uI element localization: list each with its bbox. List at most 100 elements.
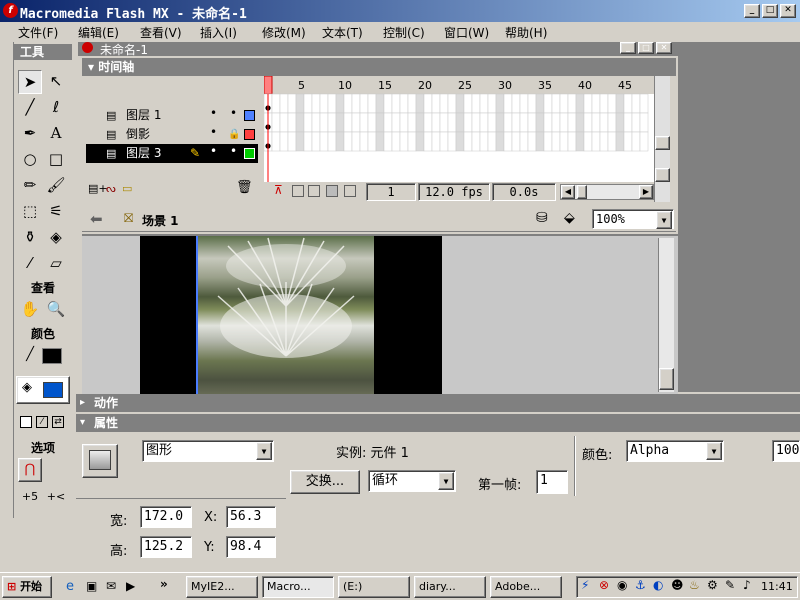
eyedropper-tool-icon[interactable]: ⁄ <box>18 252 42 276</box>
paint-bucket-tool-icon[interactable]: ◈ <box>44 226 68 250</box>
tray-icon-8[interactable]: ⚙ <box>707 578 718 592</box>
hand-tool-icon[interactable]: ✋ <box>18 298 42 322</box>
menu-edit[interactable]: 编辑(E) <box>78 24 119 41</box>
doc-minimize-button[interactable]: _ <box>620 42 636 54</box>
tray-icon-5[interactable]: ◐ <box>653 578 663 592</box>
stage-area[interactable] <box>82 234 678 396</box>
desktop-icon[interactable]: ▣ <box>86 579 97 593</box>
playhead[interactable] <box>263 75 273 95</box>
peacock-image[interactable] <box>198 236 374 396</box>
properties-panel-header[interactable]: ▾ 属性 <box>76 414 800 432</box>
lock-dot-icon[interactable]: • <box>230 142 237 161</box>
chevron-down-icon[interactable]: ▼ <box>438 472 454 490</box>
frame-rate-field[interactable]: 12.0 fps <box>418 183 490 201</box>
task-drive-e[interactable]: (E:) <box>338 576 410 598</box>
maximize-button[interactable]: □ <box>762 4 778 18</box>
hscroll-thumb[interactable] <box>577 185 587 199</box>
smooth-icon[interactable]: +5 <box>18 486 42 510</box>
oval-tool-icon[interactable]: ○ <box>18 148 42 172</box>
pencil-tool-icon[interactable]: ✏ <box>18 174 42 198</box>
scroll-right-button[interactable]: ▶ <box>639 185 653 199</box>
symbol-behavior-select[interactable]: 图形 ▼ <box>142 440 274 462</box>
fill-color-swatch[interactable] <box>43 382 63 398</box>
menu-file[interactable]: 文件(F) <box>18 24 58 41</box>
lock-dot-icon[interactable]: • <box>230 104 237 123</box>
layer-row[interactable]: ▤ 图层 1 • • <box>86 106 258 125</box>
more-chevron-icon[interactable]: » <box>160 577 168 591</box>
center-frame-icon[interactable]: ⊼ <box>274 183 283 197</box>
visible-dot-icon[interactable]: • <box>210 104 217 123</box>
outlook-icon[interactable]: ✉ <box>106 579 116 593</box>
menu-view[interactable]: 查看(V) <box>140 24 182 41</box>
menu-text[interactable]: 文本(T) <box>322 24 363 41</box>
layer-row-selected[interactable]: ▤ 图层 3 ✎ • • <box>86 144 258 163</box>
delete-layer-icon[interactable]: 🗑 <box>236 180 253 195</box>
chevron-down-icon[interactable]: ▼ <box>656 211 672 229</box>
speaker-icon[interactable]: ♪ <box>743 578 751 592</box>
fill-color-well[interactable]: ◈ <box>16 376 70 404</box>
tray-icon-3[interactable]: ◉ <box>617 578 627 592</box>
lasso-tool-icon[interactable]: ℓ <box>44 96 68 120</box>
visible-dot-icon[interactable]: • <box>210 123 217 142</box>
eraser-tool-icon[interactable]: ▱ <box>44 252 68 276</box>
timeline-vscroll[interactable] <box>654 76 670 202</box>
timeline-hscroll[interactable]: ◀ ▶ <box>560 184 654 200</box>
menu-help[interactable]: 帮助(H) <box>505 24 547 41</box>
close-button[interactable]: ✕ <box>780 4 796 18</box>
x-input[interactable]: 56.3 <box>226 506 276 528</box>
insert-layer-icon[interactable]: ▤+ <box>88 182 108 195</box>
stroke-color-swatch[interactable] <box>42 348 62 364</box>
text-tool-icon[interactable]: A <box>44 122 68 146</box>
stage-scroll-thumb[interactable] <box>659 368 674 390</box>
scroll-down-button[interactable] <box>655 168 670 182</box>
free-transform-tool-icon[interactable]: ⬚ <box>18 200 42 224</box>
doc-close-button[interactable]: ✕ <box>656 42 672 54</box>
edit-scene-icon[interactable]: ⛁ <box>536 210 548 226</box>
layer-color-swatch[interactable] <box>244 110 255 121</box>
zoom-tool-icon[interactable]: 🔍 <box>44 298 68 322</box>
scroll-left-button[interactable]: ◀ <box>561 185 575 199</box>
flash-app-icon[interactable]: f <box>3 3 18 18</box>
menu-insert[interactable]: 插入(I) <box>200 24 237 41</box>
fill-transform-tool-icon[interactable]: ⚟ <box>44 200 68 224</box>
timeline-header[interactable]: ▾ 时间轴 <box>82 58 676 76</box>
first-frame-input[interactable]: 1 <box>536 470 568 494</box>
actions-panel-header[interactable]: ▸ 动作 <box>76 394 800 412</box>
tray-icon-4[interactable]: ⚓ <box>635 578 646 592</box>
chevron-down-icon[interactable]: ▼ <box>256 442 272 460</box>
menu-modify[interactable]: 修改(M) <box>262 24 306 41</box>
onion-outline-icon[interactable] <box>308 185 320 197</box>
color-effect-select[interactable]: Alpha ▼ <box>626 440 724 462</box>
task-macromedia[interactable]: Macro... <box>262 576 334 598</box>
tray-icon-2[interactable]: ⊗ <box>599 578 609 592</box>
rectangle-tool-icon[interactable]: □ <box>44 148 68 172</box>
insert-folder-icon[interactable]: ▭ <box>122 182 132 195</box>
swap-colors-icon[interactable]: ⇄ <box>52 416 64 428</box>
task-myie2[interactable]: MyIE2... <box>186 576 258 598</box>
alpha-input[interactable]: 100 <box>772 440 800 462</box>
visible-dot-icon[interactable]: • <box>210 142 217 161</box>
start-button[interactable]: ⊞ 开始 <box>2 576 52 598</box>
add-guide-layer-icon[interactable]: ᔓ <box>106 182 116 195</box>
tray-icon-6[interactable]: ☻ <box>671 578 684 592</box>
modify-onion-markers-icon[interactable] <box>344 185 356 197</box>
task-adobe[interactable]: Adobe... <box>490 576 562 598</box>
tray-icon-7[interactable]: ♨ <box>689 578 700 592</box>
height-input[interactable]: 125.2 <box>140 536 192 558</box>
brush-tool-icon[interactable]: 🖌 <box>44 174 68 198</box>
onion-skin-icon[interactable] <box>292 185 304 197</box>
arrow-tool-icon[interactable]: ➤ <box>18 70 42 94</box>
snap-magnet-icon[interactable]: ⋂ <box>18 458 42 482</box>
pen-tool-icon[interactable]: ✒ <box>18 122 42 146</box>
zoom-select[interactable]: 100% ▼ <box>592 209 674 229</box>
ink-bottle-tool-icon[interactable]: ⚱ <box>18 226 42 250</box>
swap-button[interactable]: 交换... <box>290 470 360 494</box>
subselect-tool-icon[interactable]: ↖ <box>44 70 68 94</box>
minimize-button[interactable]: _ <box>744 4 760 18</box>
width-input[interactable]: 172.0 <box>140 506 192 528</box>
title-bar[interactable]: f Macromedia Flash MX - 未命名-1 _ □ ✕ <box>0 0 800 22</box>
ie-icon[interactable]: e <box>66 579 74 594</box>
menu-window[interactable]: 窗口(W) <box>444 24 489 41</box>
layer-color-swatch[interactable] <box>244 148 255 159</box>
y-input[interactable]: 98.4 <box>226 536 276 558</box>
